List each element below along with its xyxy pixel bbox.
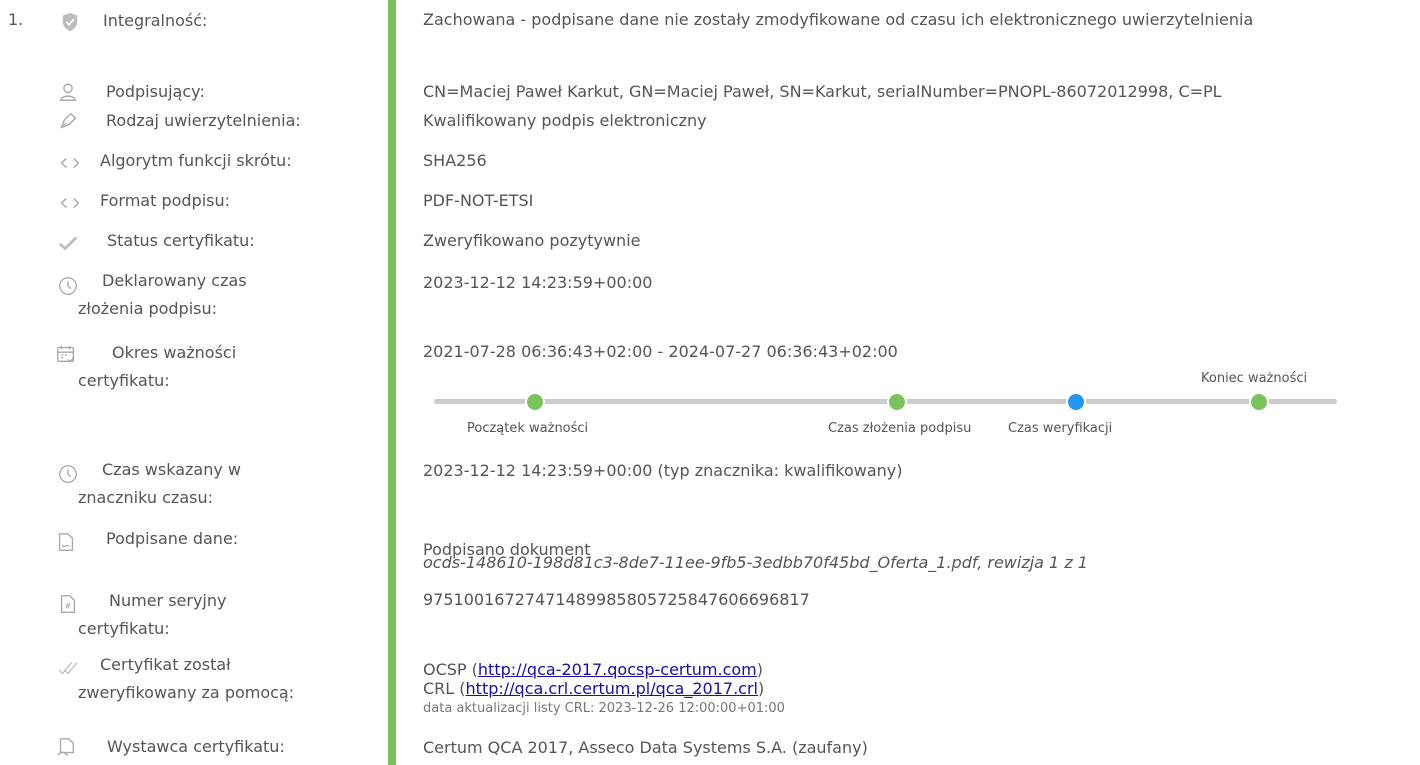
shield-check-icon bbox=[59, 11, 81, 33]
timeline-signing-marker bbox=[887, 392, 907, 412]
timeline-signing-label: Czas złożenia podpisu bbox=[828, 421, 972, 436]
verified-by-label-2: zweryfikowany za pomocą: bbox=[78, 683, 295, 702]
crl-update-date: data aktualizacji listy CRL: 2023-12-26 … bbox=[423, 701, 785, 716]
crl-prefix: CRL ( bbox=[423, 679, 466, 698]
timeline-end-label: Koniec ważności bbox=[1201, 371, 1308, 386]
format-label: Format podpisu: bbox=[100, 191, 231, 210]
calendar-check-icon bbox=[55, 343, 77, 365]
check-icon bbox=[57, 232, 79, 254]
status-accent-bar bbox=[388, 0, 396, 765]
timeline-track bbox=[434, 399, 1337, 404]
signed-data-label: Podpisane dane: bbox=[106, 529, 239, 548]
signer-label: Podpisujący: bbox=[106, 82, 205, 101]
signed-data-filename: ocds-148610-198d81c3-8de7-11ee-9fb5-3edb… bbox=[423, 553, 1088, 572]
serial-label-2: certyfikatu: bbox=[78, 619, 170, 638]
verified-by-label-1: Certyfikat został bbox=[100, 655, 231, 674]
clock-icon bbox=[57, 463, 79, 485]
timeline-start-label: Początek ważności bbox=[467, 421, 589, 436]
declared-time-value: 2023-12-12 14:23:59+00:00 bbox=[423, 273, 653, 292]
ocsp-link[interactable]: http://qca-2017.qocsp-certum.com bbox=[478, 660, 757, 679]
issuer-value: Certum QCA 2017, Asseco Data Systems S.A… bbox=[423, 738, 868, 757]
validity-label-1: Okres ważności bbox=[112, 343, 237, 362]
cert-status-value: Zweryfikowano pozytywnie bbox=[423, 231, 641, 250]
serial-value: 97510016727471489985805725847606696817 bbox=[423, 590, 810, 609]
svg-text:#: # bbox=[65, 601, 72, 611]
timeline-end-marker bbox=[1249, 392, 1269, 412]
timestamp-label-1: Czas wskazany w bbox=[102, 460, 241, 479]
issuer-label: Wystawca certyfikatu: bbox=[107, 737, 285, 756]
code-icon bbox=[59, 152, 81, 174]
timeline-verification-marker bbox=[1066, 392, 1086, 412]
crl-link[interactable]: http://qca.crl.certum.pl/qca_2017.crl bbox=[466, 679, 758, 698]
code-icon bbox=[59, 192, 81, 214]
auth-type-label: Rodzaj uwierzytelnienia: bbox=[106, 111, 301, 130]
auth-type-value: Kwalifikowany podpis elektroniczny bbox=[423, 111, 707, 130]
integrity-label: Integralność: bbox=[103, 11, 208, 30]
signed-document-icon bbox=[55, 531, 77, 553]
validity-label-2: certyfikatu: bbox=[78, 371, 170, 390]
timestamp-value: 2023-12-12 14:23:59+00:00 (typ znacznika… bbox=[423, 461, 903, 480]
clock-icon bbox=[57, 275, 79, 297]
hash-alg-label: Algorytm funkcji skrótu: bbox=[100, 151, 292, 170]
declared-time-label-2: złożenia podpisu: bbox=[78, 299, 218, 318]
cert-status-label: Status certyfikatu: bbox=[107, 231, 255, 250]
timeline-start-marker bbox=[525, 392, 545, 412]
ocsp-prefix: OCSP ( bbox=[423, 660, 478, 679]
validity-value: 2021-07-28 06:36:43+02:00 - 2024-07-27 0… bbox=[423, 342, 898, 361]
signer-value: CN=Maciej Paweł Karkut, GN=Maciej Paweł,… bbox=[423, 82, 1222, 101]
integrity-value: Zachowana - podpisane dane nie zostały z… bbox=[423, 10, 1254, 29]
ocsp-line: OCSP (http://qca-2017.qocsp-certum.com) bbox=[423, 660, 763, 680]
timestamp-label-2: znaczniku czasu: bbox=[78, 488, 213, 507]
declared-time-label-1: Deklarowany czas bbox=[102, 271, 247, 290]
issuer-document-icon bbox=[55, 736, 77, 758]
ocsp-suffix: ) bbox=[756, 660, 763, 679]
crl-suffix: ) bbox=[757, 679, 765, 698]
pen-icon bbox=[57, 110, 79, 132]
entry-number: 1. bbox=[8, 10, 24, 29]
serial-label-1: Numer seryjny bbox=[109, 591, 227, 610]
hash-document-icon: # bbox=[57, 593, 79, 615]
hash-alg-value: SHA256 bbox=[423, 151, 487, 170]
double-check-icon bbox=[57, 657, 79, 679]
format-value: PDF-NOT-ETSI bbox=[423, 191, 534, 210]
user-icon bbox=[57, 81, 79, 103]
timeline-verification-label: Czas weryfikacji bbox=[1008, 421, 1113, 436]
crl-line: CRL (http://qca.crl.certum.pl/qca_2017.c… bbox=[423, 679, 764, 699]
